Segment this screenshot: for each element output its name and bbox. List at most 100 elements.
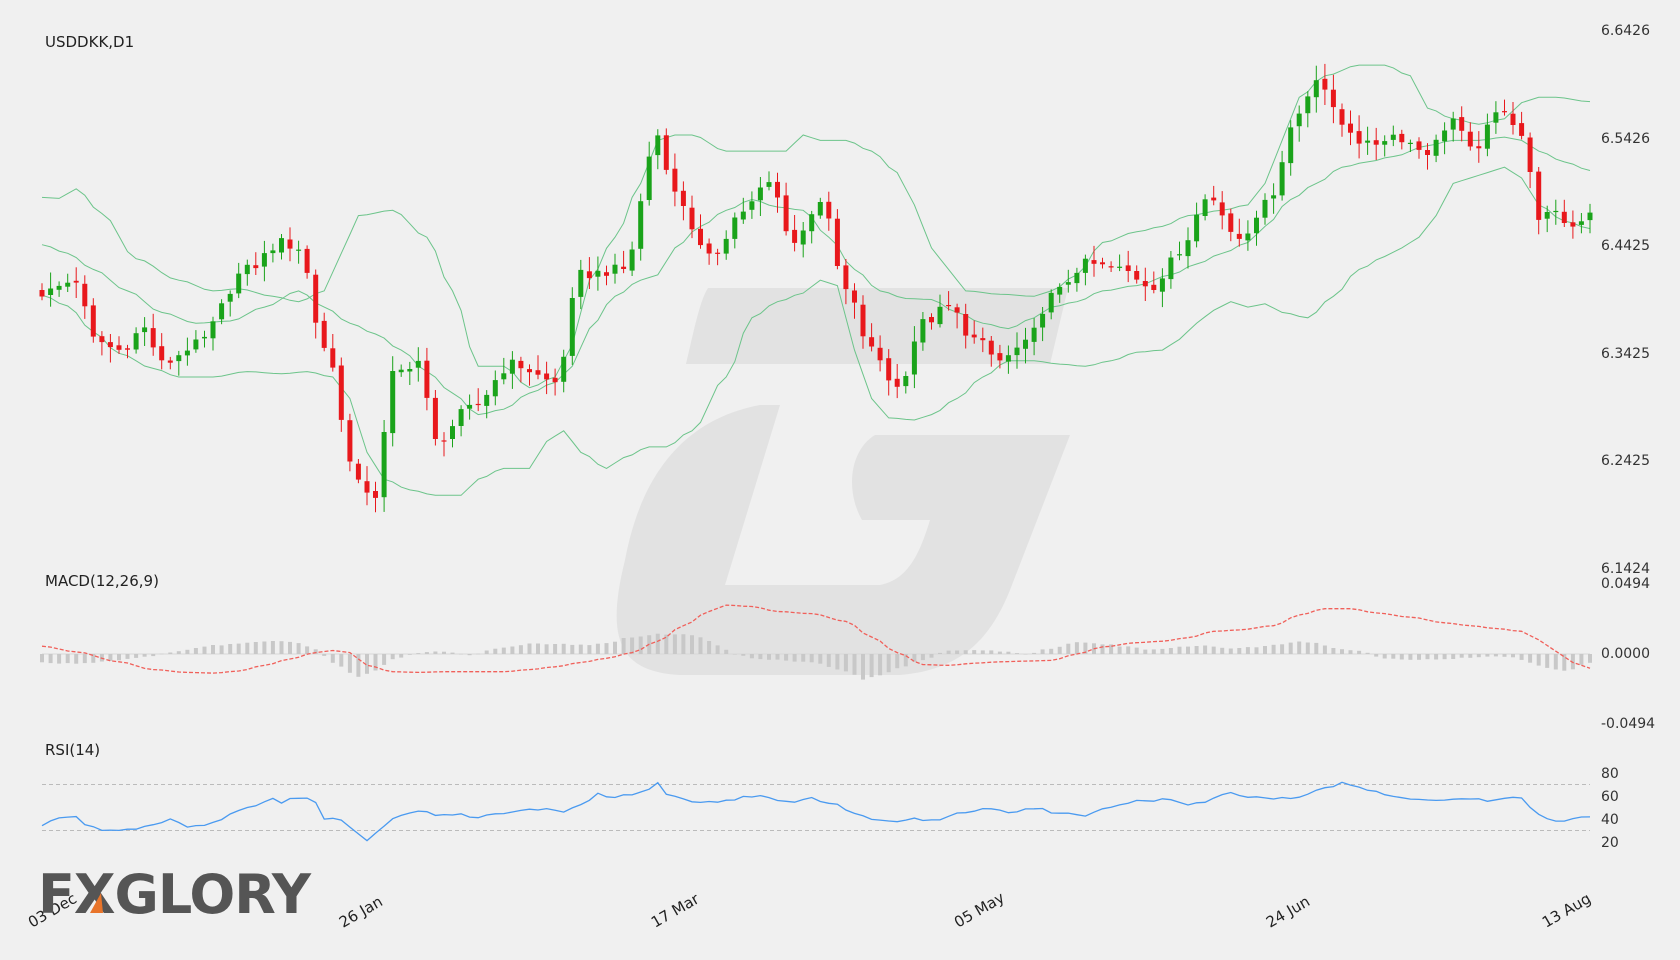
candle-body	[1493, 112, 1499, 123]
candle-body	[655, 135, 661, 156]
watermark-logo	[616, 288, 1070, 675]
macd-histogram-bar	[193, 648, 198, 654]
macd-histogram-bar	[1074, 642, 1079, 654]
candle-body	[1185, 240, 1191, 257]
candle-body	[330, 348, 336, 368]
candle-body	[99, 336, 105, 343]
macd-histogram-bar	[65, 654, 70, 664]
x-tick-05-may: 05 May	[951, 888, 1008, 931]
candle	[629, 241, 635, 276]
macd-histogram-bar	[818, 654, 823, 664]
candle	[680, 181, 686, 221]
candle-body	[1117, 266, 1123, 268]
rsi-panel	[41, 781, 1591, 842]
candle	[407, 361, 413, 385]
macd-histogram-bar	[1588, 654, 1592, 663]
candle	[1399, 129, 1405, 150]
candle	[1125, 250, 1131, 283]
candle-body	[432, 397, 438, 439]
candle-body	[749, 201, 755, 210]
candle-body	[492, 380, 498, 397]
candle-body	[48, 288, 54, 295]
candle	[48, 272, 54, 307]
candle-body	[364, 481, 370, 493]
candle	[441, 432, 447, 457]
candle-body	[1561, 211, 1567, 223]
candle-body	[535, 370, 541, 375]
macd-histogram-bar	[347, 654, 352, 673]
candle-body	[253, 265, 259, 269]
candle	[1510, 102, 1516, 135]
candle-body	[219, 303, 225, 320]
macd-histogram-bar	[527, 643, 532, 654]
candle	[415, 347, 421, 382]
candle	[193, 330, 199, 353]
candle-body	[1271, 195, 1277, 199]
macd-histogram-bar	[715, 645, 720, 654]
macd-histogram-bar	[938, 652, 942, 654]
macd-histogram-bar	[356, 654, 361, 677]
candle-body	[1553, 210, 1559, 213]
candle-body	[929, 317, 934, 323]
candle	[527, 364, 532, 386]
candle	[304, 245, 310, 279]
candle-body	[843, 265, 849, 290]
candle	[1502, 99, 1507, 116]
candle-body	[509, 359, 515, 374]
candle	[279, 234, 284, 260]
candle-body	[1467, 131, 1473, 147]
candle	[621, 250, 627, 274]
candle-body	[578, 269, 584, 297]
macd-histogram-bar	[501, 647, 506, 654]
candle-body	[1074, 272, 1080, 284]
candle-body	[775, 181, 780, 198]
candle-body	[1296, 113, 1302, 127]
candle-body	[894, 378, 900, 387]
macd-histogram-bar	[655, 633, 660, 654]
candle-body	[313, 274, 319, 323]
candle	[1527, 132, 1533, 189]
candle	[82, 275, 88, 319]
macd-histogram-bar	[424, 652, 429, 654]
macd-histogram-bar	[1553, 654, 1558, 670]
bollinger-bands	[41, 64, 1591, 496]
macd-histogram-bar	[989, 650, 994, 654]
candle	[663, 128, 669, 175]
macd-histogram-bar	[869, 654, 874, 678]
macd-histogram-bar	[270, 641, 275, 654]
candle	[159, 333, 165, 370]
macd-histogram-bar	[732, 654, 737, 655]
price-panel-title: USDDKK,D1	[45, 33, 134, 51]
macd-histogram-bar	[955, 650, 960, 654]
candle	[270, 243, 276, 263]
candle-body	[1330, 89, 1336, 108]
candle	[1236, 218, 1242, 247]
candle-body	[1288, 127, 1294, 164]
candle	[1100, 257, 1105, 269]
candle	[99, 331, 105, 356]
macd-histogram-bar	[843, 654, 848, 672]
candle	[595, 256, 601, 291]
candle	[1108, 261, 1114, 272]
candle-body	[1356, 131, 1362, 144]
candle-body	[1279, 162, 1285, 196]
rsi-y-tick: 20	[1601, 835, 1619, 851]
candle	[826, 191, 832, 231]
candle	[1587, 203, 1593, 234]
x-tick-26-jan: 26 Jan	[336, 892, 386, 931]
macd-histogram-bar	[1485, 654, 1490, 657]
macd-histogram-bar	[826, 654, 831, 667]
candle	[1578, 213, 1584, 234]
macd-histogram-bar	[698, 637, 703, 654]
candle-body	[817, 202, 823, 216]
macd-histogram-bar	[1288, 642, 1293, 654]
macd-histogram-bar	[82, 654, 87, 664]
candle-body	[706, 243, 712, 254]
candle	[176, 350, 182, 376]
candle-body	[937, 306, 943, 325]
candle	[1425, 143, 1430, 170]
candle-body	[1570, 222, 1576, 227]
candle	[347, 413, 353, 472]
macd-histogram-bar	[305, 646, 310, 654]
macd-histogram-bar	[946, 650, 951, 654]
